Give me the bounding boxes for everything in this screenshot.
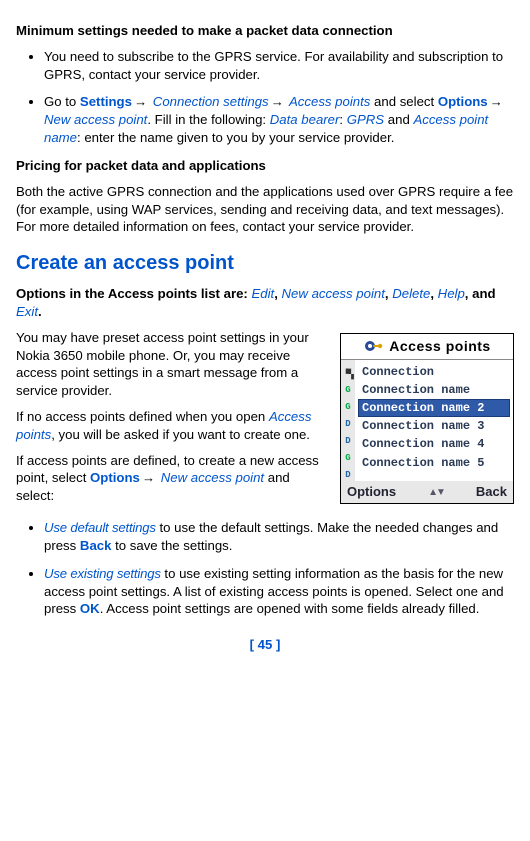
txt: to save the settings. — [111, 538, 232, 553]
txt: Go to — [44, 94, 80, 109]
opt-use-existing-settings: Use existing settings — [44, 566, 161, 581]
link-connection-settings: Connection settings — [149, 94, 269, 109]
arrow-icon: → — [132, 94, 149, 109]
heading-min-settings: Minimum settings needed to make a packet… — [16, 22, 514, 40]
d-icon: D — [345, 469, 350, 481]
bullet-list-2: Use default settings to use the default … — [16, 519, 514, 618]
link-settings: Settings — [80, 94, 132, 109]
page-number: [ 45 ] — [16, 636, 514, 654]
options-line: Options in the Access points list are: E… — [16, 285, 514, 321]
heading-pricing: Pricing for packet data and applications — [16, 157, 514, 175]
phone-title-bar: Access points — [341, 334, 513, 360]
key-back: Back — [80, 538, 112, 553]
arrow-icon: → — [488, 94, 505, 109]
txt: , — [274, 286, 281, 301]
para-pricing: Both the active GPRS connection and the … — [16, 183, 514, 236]
txt: . — [38, 304, 42, 319]
link-options: Options — [90, 470, 140, 485]
value-gprs: GPRS — [347, 112, 384, 127]
phone-sidebar: ▝▚ G G D D G D — [341, 360, 355, 482]
txt: . Access point settings are opened with … — [100, 601, 480, 616]
opt-new-access-point: New access point — [282, 286, 385, 301]
g-icon: G — [345, 384, 350, 396]
opt-use-default-settings: Use default settings — [44, 520, 156, 535]
d-icon: D — [345, 418, 350, 430]
txt: : enter the name given to you by your se… — [77, 130, 394, 145]
section-create-access-point: Create an access point — [16, 250, 514, 277]
field-data-bearer: Data bearer — [270, 112, 340, 127]
link-new-access-point: New access point — [44, 112, 147, 127]
signal-icon: ▝▚ — [343, 369, 353, 379]
list-item-selected: Connection name 2 — [358, 399, 510, 417]
phone-list: Connection Connection name Connection na… — [355, 360, 513, 482]
link-access-points: Access points — [286, 94, 371, 109]
bullet-goto-settings: Go to Settings→ Connection settings→ Acc… — [44, 93, 514, 146]
arrow-icon: → — [140, 470, 157, 485]
txt: and select — [370, 94, 437, 109]
g-icon: G — [345, 452, 350, 464]
g-icon: G — [345, 401, 350, 413]
softkey-options: Options — [347, 483, 396, 501]
softkey-back: Back — [476, 483, 507, 501]
phone-softkeys: Options ▲▼ Back — [341, 481, 513, 503]
list-item: Connection name 5 — [358, 454, 510, 472]
opt-help: Help — [438, 286, 465, 301]
txt: If no access points defined when you ope… — [16, 409, 269, 424]
txt: : — [339, 112, 346, 127]
bullet-subscribe: You need to subscribe to the GPRS servic… — [44, 48, 514, 84]
bullet-use-default: Use default settings to use the default … — [44, 519, 514, 555]
arrow-icon: → — [269, 94, 286, 109]
txt: Options in the Access points list are: — [16, 286, 251, 301]
d-icon: D — [345, 435, 350, 447]
txt: . Fill in the following: — [147, 112, 269, 127]
opt-exit: Exit — [16, 304, 38, 319]
txt: , and — [465, 286, 496, 301]
txt: , you will be asked if you want to creat… — [51, 427, 310, 442]
bullet-list-1: You need to subscribe to the GPRS servic… — [16, 48, 514, 147]
phone-body: ▝▚ G G D D G D Connection Connection nam… — [341, 360, 513, 482]
bullet-use-existing: Use existing settings to use existing se… — [44, 565, 514, 618]
txt: , — [430, 286, 437, 301]
nav-updown-icon: ▲▼ — [428, 486, 444, 500]
link-options: Options — [438, 94, 488, 109]
list-item: Connection name — [358, 381, 510, 399]
txt: and — [384, 112, 413, 127]
phone-screenshot: Access points ▝▚ G G D D G D Connection … — [340, 333, 514, 504]
list-item: Connection name 4 — [358, 435, 510, 453]
list-item: Connection — [358, 363, 510, 381]
list-item: Connection name 3 — [358, 417, 510, 435]
key-ok: OK — [80, 601, 100, 616]
phone-title-text: Access points — [389, 337, 490, 356]
opt-delete: Delete — [392, 286, 430, 301]
link-new-access-point: New access point — [157, 470, 264, 485]
opt-edit: Edit — [251, 286, 274, 301]
gear-icon — [363, 338, 383, 354]
